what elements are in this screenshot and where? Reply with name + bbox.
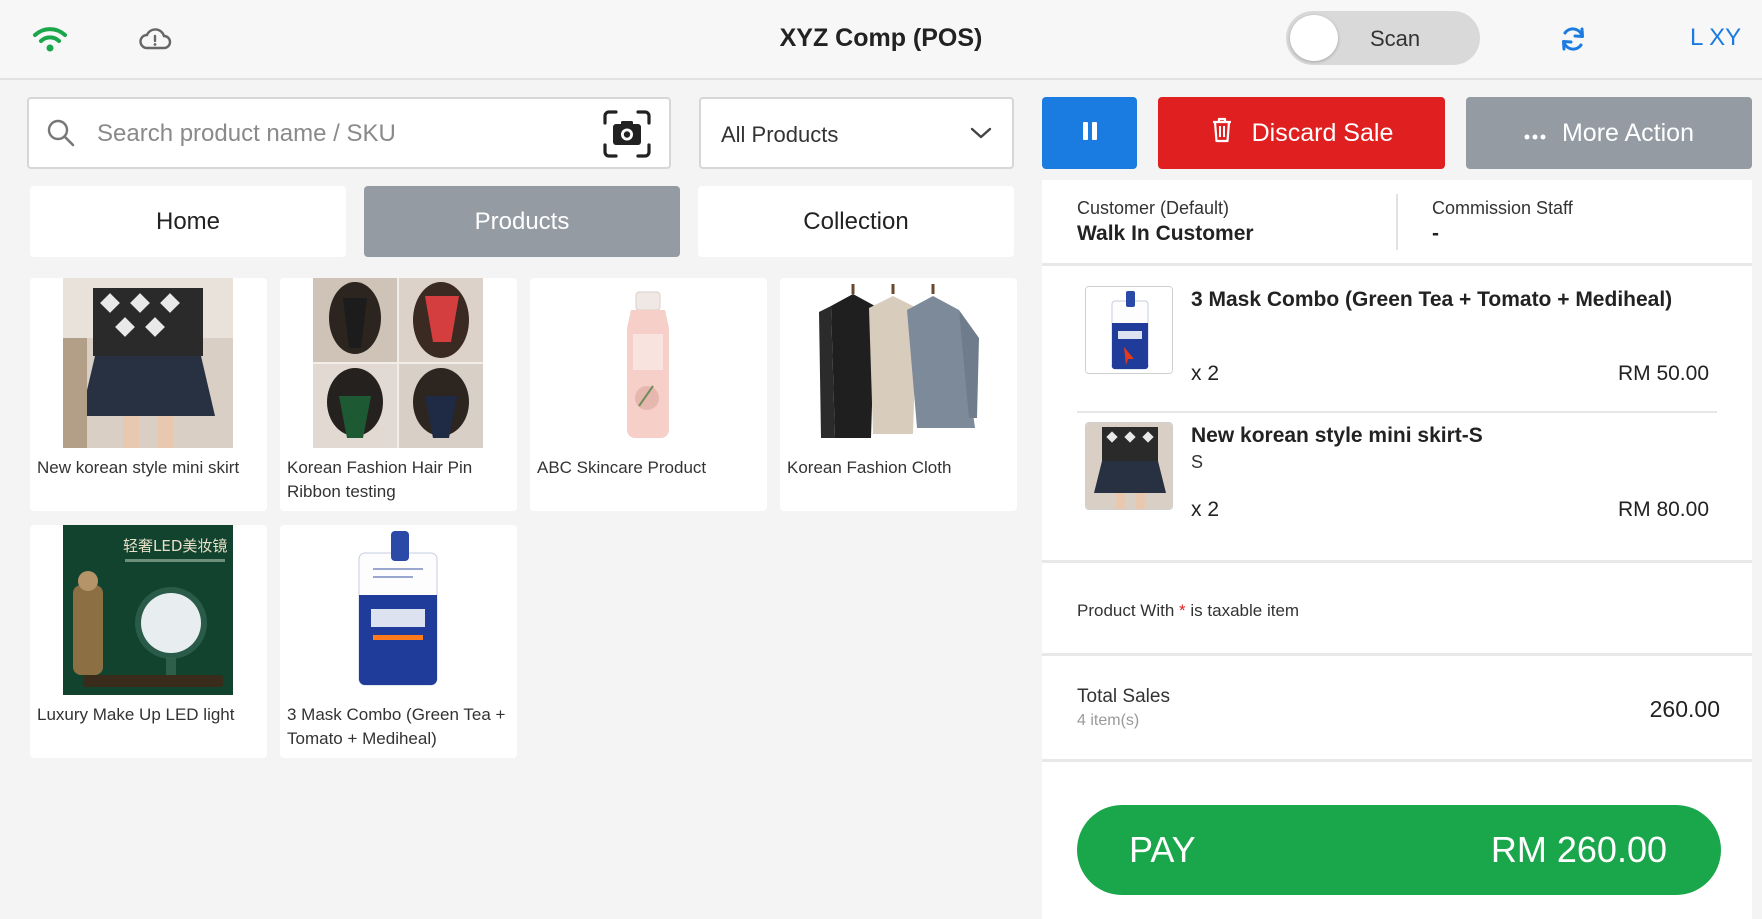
discard-sale-label: Discard Sale bbox=[1251, 118, 1394, 147]
tab-home[interactable]: Home bbox=[30, 186, 346, 257]
taxable-star: * bbox=[1179, 601, 1186, 620]
product-image-mask bbox=[313, 525, 483, 695]
tax-note-text: Product With bbox=[1077, 601, 1175, 620]
product-image-skirt bbox=[63, 278, 233, 448]
product-card[interactable]: New korean style mini skirt bbox=[30, 278, 267, 511]
cloud-alert-icon[interactable] bbox=[138, 24, 172, 57]
cart-line-item[interactable]: 3 Mask Combo (Green Tea + Tomato + Medih… bbox=[1077, 278, 1717, 414]
product-name: 3 Mask Combo (Green Tea + Tomato + Medih… bbox=[287, 705, 506, 748]
product-name: Korean Fashion Hair Pin Ribbon testing bbox=[287, 458, 473, 501]
tab-products[interactable]: Products bbox=[364, 186, 680, 257]
product-image-led-light: 轻奢LED美妆镜 bbox=[63, 525, 233, 695]
scan-toggle[interactable]: Scan bbox=[1286, 11, 1480, 65]
camera-scan-icon[interactable] bbox=[601, 109, 653, 164]
product-image-skincare bbox=[563, 278, 733, 448]
cart-item-qty[interactable]: x 2 bbox=[1191, 362, 1219, 386]
chevron-down-icon bbox=[969, 125, 993, 146]
product-image-hairpin bbox=[313, 278, 483, 448]
refresh-icon[interactable] bbox=[1558, 24, 1588, 59]
product-name: Luxury Make Up LED light bbox=[37, 705, 235, 724]
cart-item-thumbnail bbox=[1085, 286, 1173, 374]
scan-label: Scan bbox=[1370, 26, 1421, 51]
discard-sale-button[interactable]: Discard Sale bbox=[1158, 97, 1445, 169]
divider bbox=[1396, 194, 1398, 250]
product-image-cloth bbox=[813, 278, 983, 448]
more-action-button[interactable]: More Action bbox=[1466, 97, 1752, 169]
cart-item-qty[interactable]: x 2 bbox=[1191, 498, 1219, 522]
tax-note: Product With * is taxable item bbox=[1077, 601, 1299, 621]
cart-item-variant: S bbox=[1191, 452, 1204, 472]
toggle-knob[interactable] bbox=[1290, 15, 1338, 61]
product-filter-select[interactable]: All Products bbox=[699, 97, 1014, 169]
customer-label: Customer (Default) bbox=[1077, 198, 1230, 218]
pay-label: PAY bbox=[1129, 829, 1196, 870]
filter-selected-value: All Products bbox=[721, 122, 839, 147]
product-name: ABC Skincare Product bbox=[537, 458, 707, 477]
more-action-label: More Action bbox=[1561, 118, 1694, 147]
pay-amount: RM 260.00 bbox=[1490, 829, 1667, 870]
app-title: XYZ Comp (POS) bbox=[779, 24, 983, 52]
top-bar: XYZ Comp (POS) Scan L XY bbox=[0, 0, 1762, 80]
cart-line-item[interactable]: New korean style mini skirt-S S x 2 RM 8… bbox=[1077, 414, 1717, 550]
divider bbox=[1077, 411, 1717, 413]
commission-staff-label: Commission Staff bbox=[1432, 198, 1573, 218]
search-icon bbox=[45, 117, 77, 154]
customer-section[interactable]: Customer (Default) Walk In Customer Comm… bbox=[1042, 180, 1752, 266]
svg-text:轻奢LED美妆镜: 轻奢LED美妆镜 bbox=[123, 537, 227, 555]
cart-panel: Customer (Default) Walk In Customer Comm… bbox=[1042, 180, 1752, 919]
cart-item-thumbnail bbox=[1085, 422, 1173, 510]
product-card[interactable]: ABC Skincare Product bbox=[530, 278, 767, 511]
product-name: Korean Fashion Cloth bbox=[787, 458, 952, 477]
user-name[interactable]: L XY bbox=[1690, 24, 1741, 52]
product-card[interactable]: Korean Fashion Hair Pin Ribbon testing bbox=[280, 278, 517, 511]
product-name: New korean style mini skirt bbox=[37, 458, 240, 477]
product-card[interactable]: Korean Fashion Cloth bbox=[780, 278, 1017, 511]
customer-value[interactable]: Walk In Customer bbox=[1077, 222, 1254, 246]
pause-sale-button[interactable] bbox=[1042, 97, 1137, 169]
search-input[interactable] bbox=[97, 117, 597, 151]
commission-staff-value[interactable]: - bbox=[1432, 222, 1439, 246]
total-sales-label: Total Sales bbox=[1077, 686, 1170, 707]
more-dots-icon bbox=[1524, 119, 1546, 148]
product-card[interactable]: 轻奢LED美妆镜 Luxury Make Up LED light bbox=[30, 525, 267, 758]
search-box[interactable] bbox=[27, 97, 671, 169]
item-count: 4 item(s) bbox=[1077, 712, 1140, 729]
cart-item-price: RM 80.00 bbox=[1617, 498, 1709, 521]
tax-note-section: Product With * is taxable item bbox=[1042, 560, 1752, 656]
pay-button[interactable]: PAY RM 260.00 bbox=[1077, 805, 1721, 895]
tax-note-text: is taxable item bbox=[1190, 601, 1300, 620]
product-card[interactable]: 3 Mask Combo (Green Tea + Tomato + Medih… bbox=[280, 525, 517, 758]
pause-icon bbox=[1081, 120, 1099, 147]
trash-icon bbox=[1210, 116, 1234, 151]
wifi-icon bbox=[32, 24, 68, 59]
total-sales-section: Total Sales 4 item(s) 260.00 bbox=[1042, 656, 1752, 762]
cart-item-name: 3 Mask Combo (Green Tea + Tomato + Medih… bbox=[1191, 288, 1673, 311]
tab-collection[interactable]: Collection bbox=[698, 186, 1014, 257]
cart-item-price: RM 50.00 bbox=[1617, 362, 1709, 385]
cart-item-name: New korean style mini skirt-S bbox=[1191, 424, 1483, 447]
total-sales-value: 260.00 bbox=[1649, 696, 1720, 722]
